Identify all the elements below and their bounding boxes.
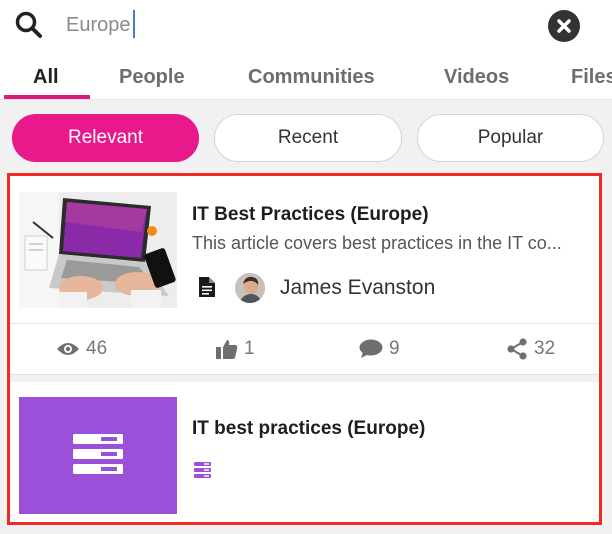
filter-relevant-button[interactable]: Relevant <box>12 114 199 162</box>
tab-files[interactable]: Files <box>571 66 612 89</box>
result-title[interactable]: IT Best Practices (Europe) <box>192 204 429 226</box>
filter-popular-button[interactable]: Popular <box>417 114 604 162</box>
server-icon <box>194 462 211 478</box>
comments-stat[interactable]: 9 <box>359 338 400 360</box>
search-bar <box>0 0 612 54</box>
tab-people[interactable]: People <box>119 66 185 89</box>
views-count: 46 <box>86 338 108 359</box>
result-stats: 46 1 9 32 <box>9 323 600 375</box>
active-tab-indicator <box>4 95 90 99</box>
likes-stat[interactable]: 1 <box>216 338 255 360</box>
filter-row: Relevant Recent Popular <box>0 100 612 164</box>
server-thumbnail <box>19 397 177 514</box>
shares-count: 32 <box>534 338 556 359</box>
shares-stat[interactable]: 32 <box>506 338 555 360</box>
tab-communities[interactable]: Communities <box>248 66 375 89</box>
avatar[interactable] <box>235 273 265 303</box>
document-icon <box>199 277 215 297</box>
filter-recent-button[interactable]: Recent <box>214 114 402 162</box>
views-stat: 46 <box>56 338 107 360</box>
result-title[interactable]: IT best practices (Europe) <box>192 418 425 440</box>
author-name[interactable]: James Evanston <box>280 276 435 300</box>
search-input[interactable] <box>58 8 518 42</box>
result-card[interactable]: IT Best Practices (Europe) This article … <box>9 176 600 375</box>
tab-all[interactable]: All <box>33 66 59 89</box>
result-description: This article covers best practices in th… <box>192 233 562 253</box>
search-icon[interactable] <box>14 10 44 40</box>
eye-icon <box>57 343 79 355</box>
comment-icon <box>359 339 383 358</box>
server-icon <box>73 434 123 474</box>
thumbs-up-icon <box>216 340 238 359</box>
share-icon <box>507 338 527 360</box>
close-circle-icon[interactable] <box>548 10 580 42</box>
article-thumbnail <box>19 192 177 308</box>
text-caret <box>133 10 135 38</box>
likes-count: 1 <box>244 338 255 359</box>
result-card[interactable]: IT best practices (Europe) <box>9 382 600 522</box>
tab-bar: All People Communities Videos Files <box>0 54 612 100</box>
comments-count: 9 <box>389 338 400 359</box>
tab-videos[interactable]: Videos <box>444 66 509 89</box>
